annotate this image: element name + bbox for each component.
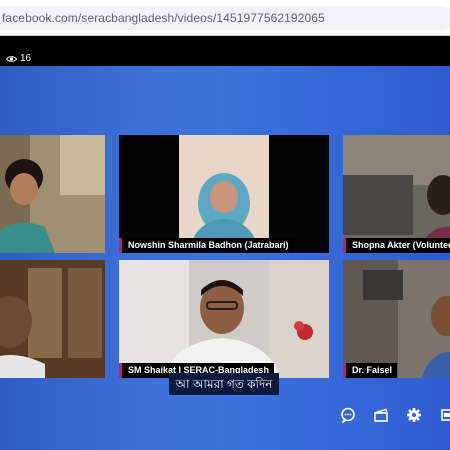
participant-name-label: Shopna Akter (Volunteer- I [343, 238, 450, 253]
live-caption: আ আমরা গত কদিন [169, 373, 279, 395]
participant-tile[interactable]: Shopna Akter (Volunteer- I [343, 135, 450, 253]
eye-icon [6, 55, 17, 62]
participant-name-label: Dr. Faisel [343, 363, 398, 378]
participant-video [0, 135, 105, 253]
fullscreen-icon[interactable] [439, 407, 450, 423]
video-top-strip [0, 36, 450, 66]
participant-video [119, 135, 329, 253]
participant-tile[interactable] [0, 260, 105, 378]
participant-video [119, 260, 329, 378]
participant-video [343, 135, 450, 253]
participant-tile[interactable]: Nowshin Sharmila Badhon (Jatrabari) [119, 135, 329, 253]
browser-address-bar: facebook.com/seracbangladesh/videos/1451… [0, 0, 450, 36]
participant-name-label: Nowshin Sharmila Badhon (Jatrabari) [119, 238, 294, 253]
viewer-count-badge: 16 [2, 51, 36, 66]
clapperboard-icon[interactable] [373, 407, 389, 423]
participant-video [0, 260, 105, 378]
comment-icon[interactable] [340, 407, 356, 423]
url-text[interactable]: facebook.com/seracbangladesh/videos/1451… [2, 11, 325, 25]
participant-tile[interactable] [0, 135, 105, 253]
participant-tile[interactable]: SM Shaikat I SERAC-Bangladesh [119, 260, 329, 378]
participant-video [343, 260, 450, 378]
gear-icon[interactable] [406, 407, 422, 423]
participant-tile[interactable]: Dr. Faisel [343, 260, 450, 378]
viewer-count: 16 [20, 53, 32, 64]
